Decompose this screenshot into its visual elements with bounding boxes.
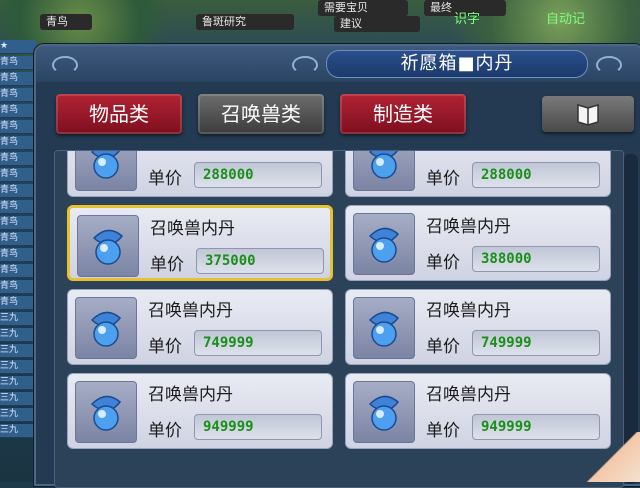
- inner-core-icon: [92, 229, 124, 265]
- background-chip: 需要宝贝: [318, 0, 408, 16]
- background-side-item: ★: [0, 40, 36, 54]
- item-name: 召唤兽内丹: [426, 301, 511, 321]
- tab-items[interactable]: 物品类: [56, 94, 182, 134]
- price-value: 388000: [481, 251, 532, 267]
- price-value: 949999: [203, 419, 254, 435]
- wish-box-window: 祈愿箱■内丹 物品类 召唤兽类 制造类 单价 288000 单价 288000 召唤兽内…: [34, 44, 640, 488]
- background-side-item: 青鸟: [0, 200, 36, 214]
- inner-core-icon: [90, 151, 121, 179]
- price-label: 单价: [426, 253, 460, 273]
- price-label: 单价: [426, 337, 460, 357]
- inner-core-icon: [368, 151, 399, 179]
- title-bar[interactable]: 祈愿箱■内丹: [36, 46, 640, 82]
- item-card[interactable]: 召唤兽内丹单价 949999: [67, 373, 333, 449]
- background-side-item: 青鸟: [0, 184, 36, 198]
- item-name: 召唤兽内丹: [426, 217, 511, 237]
- background-chip: 识字: [454, 12, 481, 27]
- price-field: 388000: [472, 246, 600, 272]
- item-name: 召唤兽内丹: [426, 385, 511, 405]
- background-side-item: 青鸟: [0, 248, 36, 262]
- item-name: 召唤兽内丹: [150, 219, 235, 239]
- inner-core-icon: [90, 311, 122, 347]
- background-side-item: 青鸟: [0, 152, 36, 166]
- item-card[interactable]: 单价 288000: [67, 151, 333, 197]
- background-chip: 自动记: [546, 12, 586, 27]
- swirl-ornament-icon: [52, 56, 78, 74]
- item-name: 召唤兽内丹: [148, 385, 233, 405]
- inner-core-icon: [368, 395, 400, 431]
- price-label: 单价: [426, 421, 460, 441]
- price-field: 949999: [472, 414, 600, 440]
- price-label: 单价: [426, 169, 460, 189]
- item-icon-box: [353, 213, 415, 275]
- book-button[interactable]: [542, 96, 634, 132]
- item-card[interactable]: 召唤兽内丹单价 749999: [345, 289, 611, 365]
- background-side-item: 青鸟: [0, 280, 36, 294]
- item-icon-box: [75, 151, 137, 191]
- price-field: 375000: [196, 248, 324, 274]
- background-side-item: 青鸟: [0, 168, 36, 182]
- price-label: 单价: [148, 421, 182, 441]
- price-value: 949999: [481, 419, 532, 435]
- price-label: 单价: [148, 337, 182, 357]
- price-field: 949999: [194, 414, 322, 440]
- price-field: 288000: [472, 162, 600, 188]
- item-icon-box: [353, 381, 415, 443]
- price-label: 单价: [148, 169, 182, 189]
- item-card[interactable]: 召唤兽内丹单价 749999: [67, 289, 333, 365]
- item-card[interactable]: 单价 288000: [345, 151, 611, 197]
- background-side-item: 青鸟: [0, 232, 36, 246]
- background-side-item: 三九: [0, 360, 36, 374]
- inner-core-icon: [90, 395, 122, 431]
- price-value: 288000: [203, 167, 254, 183]
- item-name: 召唤兽内丹: [148, 301, 233, 321]
- item-card[interactable]: 召唤兽内丹单价 949999: [345, 373, 611, 449]
- background-side-item: 三九: [0, 328, 36, 342]
- background-side-item: 青鸟: [0, 72, 36, 86]
- item-card[interactable]: 召唤兽内丹单价 388000: [345, 205, 611, 281]
- inner-core-icon: [368, 227, 400, 263]
- swirl-ornament-icon: [596, 56, 622, 74]
- background-side-item: 青鸟: [0, 136, 36, 150]
- tab-crafting[interactable]: 制造类: [340, 94, 466, 134]
- background-side-item: 青鸟: [0, 264, 36, 278]
- price-field: 749999: [472, 330, 600, 356]
- price-value: 749999: [481, 335, 532, 351]
- background-side-item: 青鸟: [0, 296, 36, 310]
- background-side-item: 三九: [0, 424, 36, 438]
- background-side-item: 青鸟: [0, 56, 36, 70]
- background-side-item: 三九: [0, 312, 36, 326]
- corner-decoration: [586, 432, 640, 482]
- item-icon-box: [75, 381, 137, 443]
- tab-summoned-beasts[interactable]: 召唤兽类: [198, 94, 324, 134]
- item-icon-box: [353, 297, 415, 359]
- price-field: 288000: [194, 162, 322, 188]
- price-label: 单价: [150, 255, 184, 275]
- background-side-item: 三九: [0, 376, 36, 390]
- background-side-item: 三九: [0, 408, 36, 422]
- background-side-item: 三九: [0, 344, 36, 358]
- price-field: 749999: [194, 330, 322, 356]
- item-card[interactable]: 召唤兽内丹单价 375000: [67, 205, 333, 281]
- background-side-item: 青鸟: [0, 216, 36, 230]
- item-icon-box: [353, 151, 415, 191]
- background-side-item: 青鸟: [0, 104, 36, 118]
- background-side-item: 三九: [0, 392, 36, 406]
- price-value: 288000: [481, 167, 532, 183]
- background-chip: 鲁斑研究: [196, 14, 294, 30]
- background-chip: 建议: [334, 16, 420, 32]
- inner-core-icon: [368, 311, 400, 347]
- background-chip: 青鸟: [40, 14, 92, 30]
- item-icon-box: [75, 297, 137, 359]
- item-icon-box: [77, 215, 139, 277]
- background-side-item: 青鸟: [0, 120, 36, 134]
- book-icon: [577, 103, 599, 126]
- swirl-ornament-icon: [292, 56, 318, 74]
- price-value: 749999: [203, 335, 254, 351]
- item-list[interactable]: 单价 288000 单价 288000 召唤兽内丹 单价 375000 召唤兽内丹 单价 3880…: [54, 150, 624, 488]
- window-title: 祈愿箱■内丹: [326, 50, 588, 78]
- background-side-item: 青鸟: [0, 88, 36, 102]
- price-value: 375000: [205, 253, 256, 269]
